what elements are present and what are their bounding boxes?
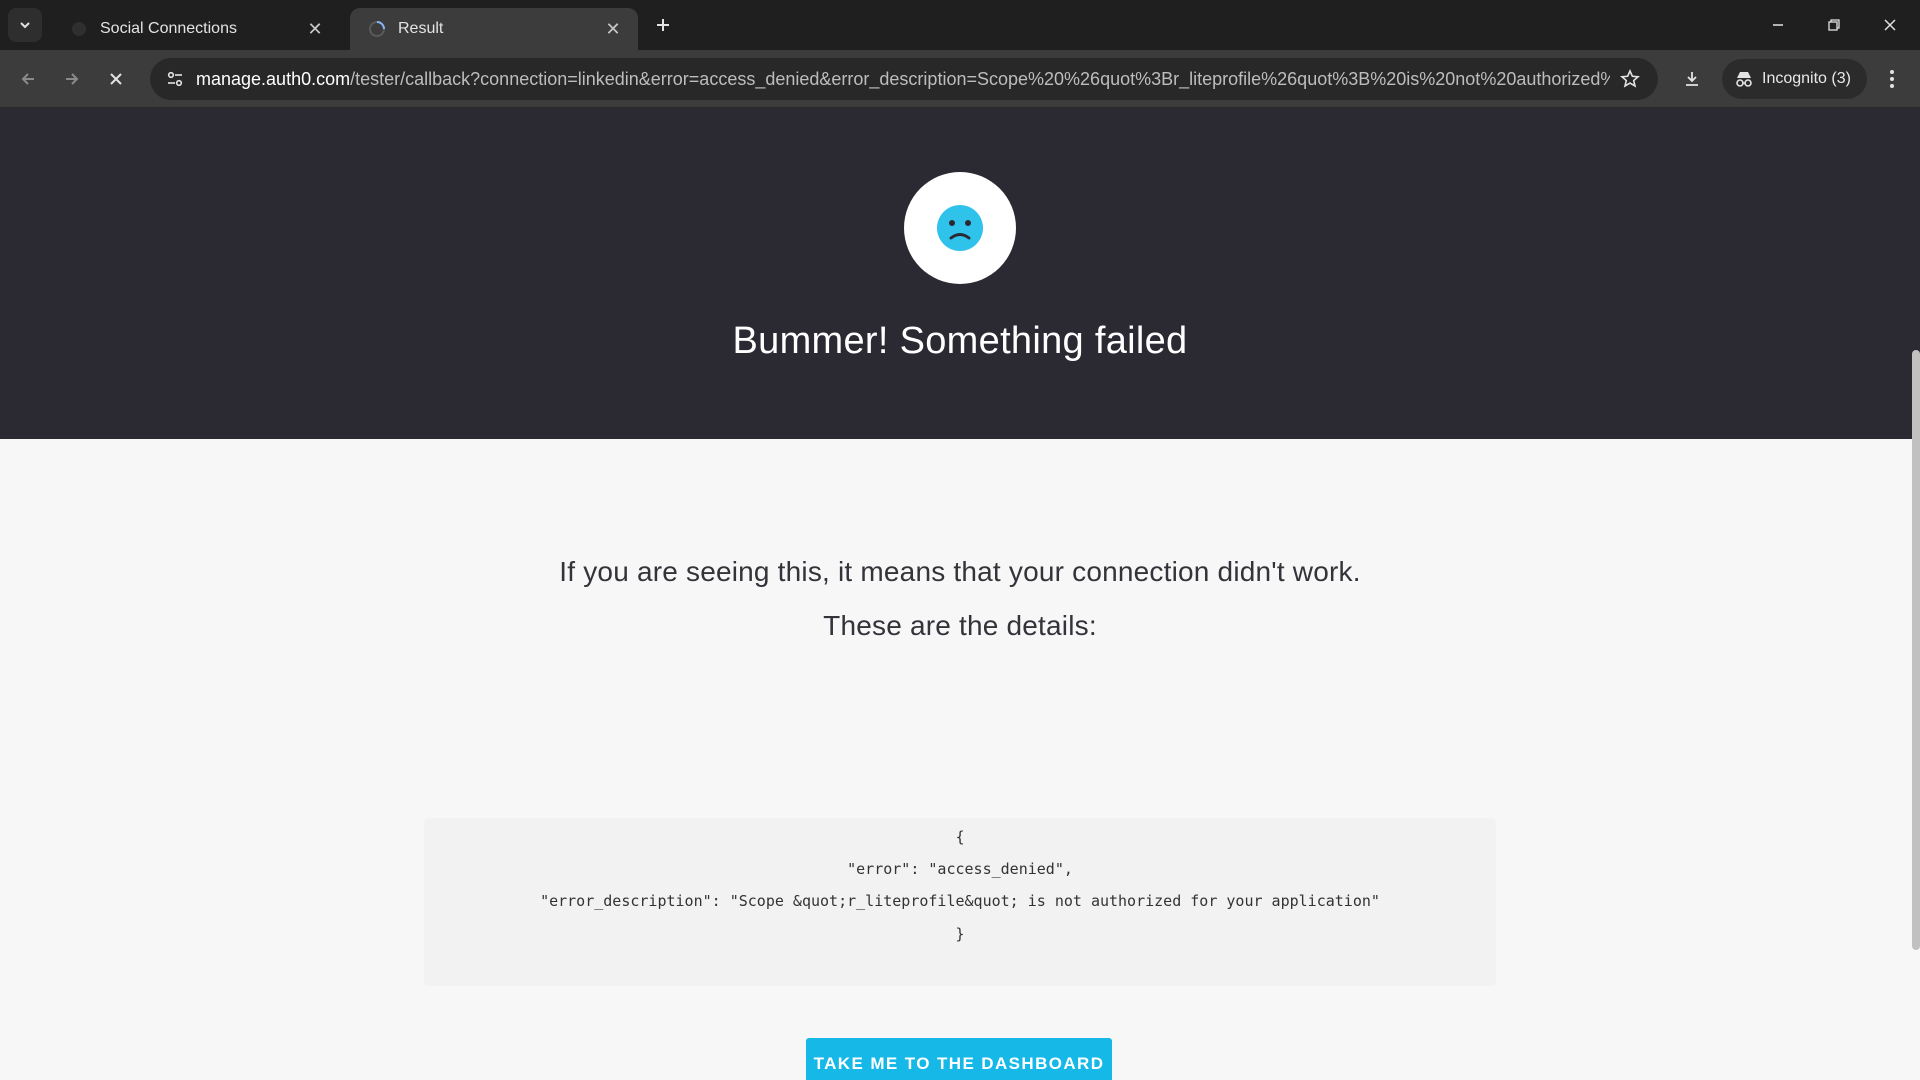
page-title: Bummer! Something failed (732, 320, 1188, 362)
bookmark-star-icon[interactable] (1610, 59, 1650, 99)
arrow-right-icon (66, 73, 79, 85)
close-icon (110, 73, 122, 85)
loading-spinner-icon (368, 20, 386, 38)
downloads-button[interactable] (1674, 63, 1710, 95)
error-hero: Bummer! Something failed (0, 108, 1920, 439)
details-close-brace: } (955, 925, 965, 943)
incognito-label: Incognito (3) (1762, 70, 1851, 87)
stop-loading-button[interactable] (100, 63, 132, 95)
close-window-button[interactable] (1870, 8, 1910, 42)
tab-result[interactable]: Result ✕ (350, 8, 638, 50)
restore-button[interactable] (1814, 8, 1854, 42)
details-heading: These are the details: (823, 610, 1097, 641)
page-scrollbar[interactable] (1912, 350, 1920, 950)
address-bar[interactable]: manage.auth0.com/tester/callback?connect… (150, 58, 1658, 100)
dashboard-button[interactable]: TAKE ME TO THE DASHBOARD (806, 1038, 1112, 1080)
browser-menu-button[interactable] (1876, 63, 1908, 95)
tab-title: Social Connections (100, 20, 237, 37)
minimize-icon (1773, 24, 1783, 26)
restore-icon (1828, 19, 1840, 31)
details-error-line: "error": "access_denied", (847, 860, 1073, 878)
arrow-left-icon (21, 73, 34, 85)
browser-toolbar: manage.auth0.com/tester/callback?connect… (0, 50, 1920, 108)
page-content: Bummer! Something failed If you are seei… (0, 108, 1920, 1080)
url-host: manage.auth0.com (196, 68, 351, 89)
url-text[interactable]: manage.auth0.com/tester/callback?connect… (196, 69, 1610, 90)
page-favicon-icon (70, 20, 88, 38)
tab-social-connections[interactable]: Social Connections ✕ (52, 8, 340, 50)
plus-icon (657, 19, 669, 31)
close-tab-icon[interactable]: ✕ (304, 18, 326, 40)
incognito-icon (1736, 72, 1752, 87)
minimize-button[interactable] (1758, 8, 1798, 42)
download-icon (1686, 72, 1698, 86)
error-illustration (904, 172, 1016, 284)
tab-search-button[interactable] (8, 8, 42, 42)
error-message: If you are seeing this, it means that yo… (559, 556, 1361, 587)
close-icon (1884, 19, 1896, 31)
more-vertical-icon (1890, 70, 1894, 88)
details-description-line: "error_description": "Scope &quot;r_lite… (540, 892, 1380, 910)
details-open-brace: { (955, 828, 965, 846)
site-info-icon[interactable] (154, 58, 196, 100)
tab-strip: Social Connections ✕ Result ✕ (0, 0, 1920, 50)
back-button[interactable] (12, 63, 44, 95)
incognito-indicator[interactable]: Incognito (3) (1722, 59, 1867, 99)
forward-button[interactable] (56, 63, 88, 95)
error-details-box: { "error": "access_denied", "error_descr… (424, 818, 1496, 986)
sad-face-icon (937, 205, 983, 251)
url-path: /tester/callback?connection=linkedin&err… (350, 68, 1610, 89)
close-tab-icon[interactable]: ✕ (602, 18, 624, 40)
new-tab-button[interactable] (650, 12, 676, 38)
chevron-down-icon (20, 22, 30, 29)
tab-title: Result (398, 20, 444, 37)
